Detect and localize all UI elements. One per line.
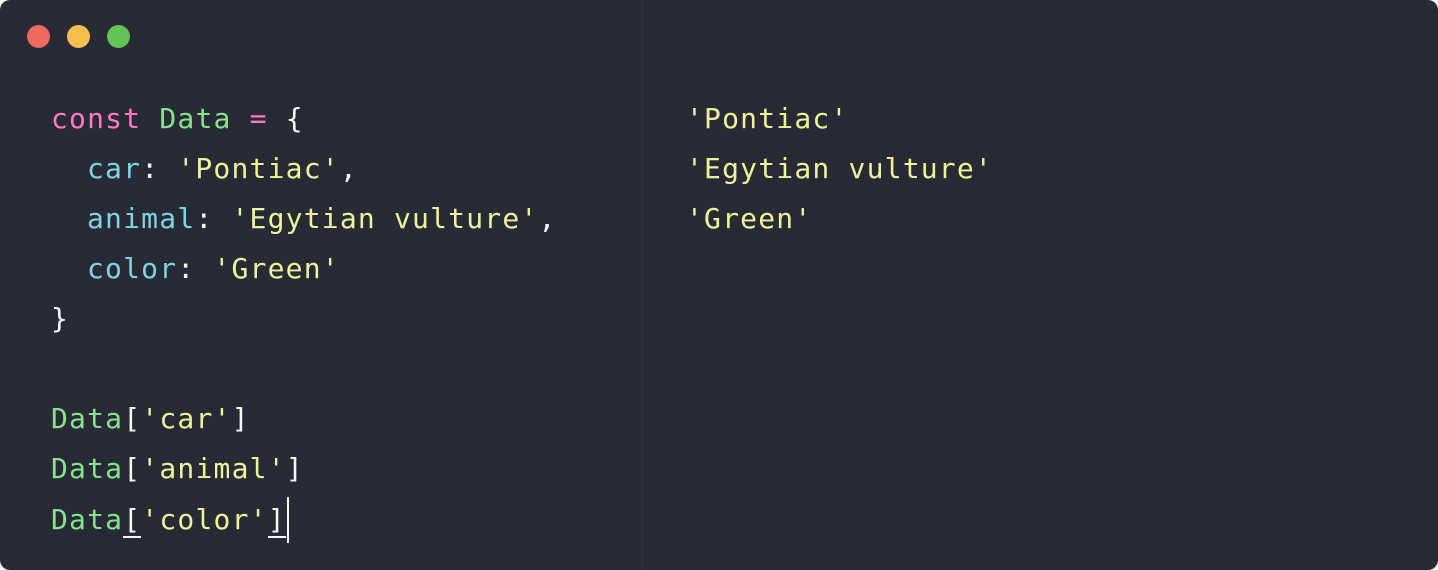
open-bracket: [ [123, 402, 142, 435]
output-result: 'Green' [686, 202, 813, 235]
code-line-2: car: 'Pontiac', [51, 148, 557, 198]
string-value: 'Egytian vulture' [231, 202, 539, 235]
output-result: 'Pontiac' [686, 102, 849, 135]
output-pane: 'Pontiac' 'Egytian vulture' 'Green' [686, 98, 993, 248]
colon: : [141, 152, 160, 185]
string-value: 'Pontiac' [177, 152, 340, 185]
code-window: const Data = { car: 'Pontiac', animal: '… [0, 0, 1438, 570]
close-bracket: ] [231, 402, 250, 435]
matched-close-bracket: ] [267, 503, 286, 538]
code-line-8: Data['animal'] [51, 448, 557, 498]
comma: , [538, 202, 557, 235]
property-animal: animal [87, 202, 196, 235]
maximize-window-button[interactable] [107, 25, 130, 48]
comma: , [339, 152, 358, 185]
string-key: 'car' [141, 402, 232, 435]
open-brace: { [285, 102, 304, 135]
string-key: 'animal' [141, 452, 286, 485]
colon: : [177, 252, 196, 285]
code-line-4: color: 'Green' [51, 248, 557, 298]
code-line-1: const Data = { [51, 98, 557, 148]
minimize-window-button[interactable] [67, 25, 90, 48]
code-line-9: Data['color'] [51, 497, 557, 548]
close-bracket: ] [285, 452, 304, 485]
output-result: 'Egytian vulture' [686, 152, 993, 185]
string-value: 'Green' [213, 252, 340, 285]
identifier-data: Data [51, 452, 124, 485]
identifier-data: Data [51, 503, 124, 536]
colon: : [195, 202, 214, 235]
matched-open-bracket: [ [123, 503, 142, 538]
close-window-button[interactable] [27, 25, 50, 48]
identifier-data: Data [51, 402, 124, 435]
code-line-5: } [51, 298, 557, 348]
text-cursor [286, 497, 289, 543]
property-car: car [87, 152, 142, 185]
property-color: color [87, 252, 178, 285]
open-bracket: [ [123, 452, 142, 485]
close-brace: } [51, 302, 70, 335]
identifier-data: Data [159, 102, 232, 135]
keyword-const: const [51, 102, 142, 135]
code-line-3: animal: 'Egytian vulture', [51, 198, 557, 248]
assign-operator: = [249, 102, 268, 135]
code-editor[interactable]: const Data = { car: 'Pontiac', animal: '… [51, 98, 557, 548]
pane-divider[interactable] [642, 0, 643, 570]
string-key: 'color' [141, 503, 268, 536]
code-line-7: Data['car'] [51, 398, 557, 448]
